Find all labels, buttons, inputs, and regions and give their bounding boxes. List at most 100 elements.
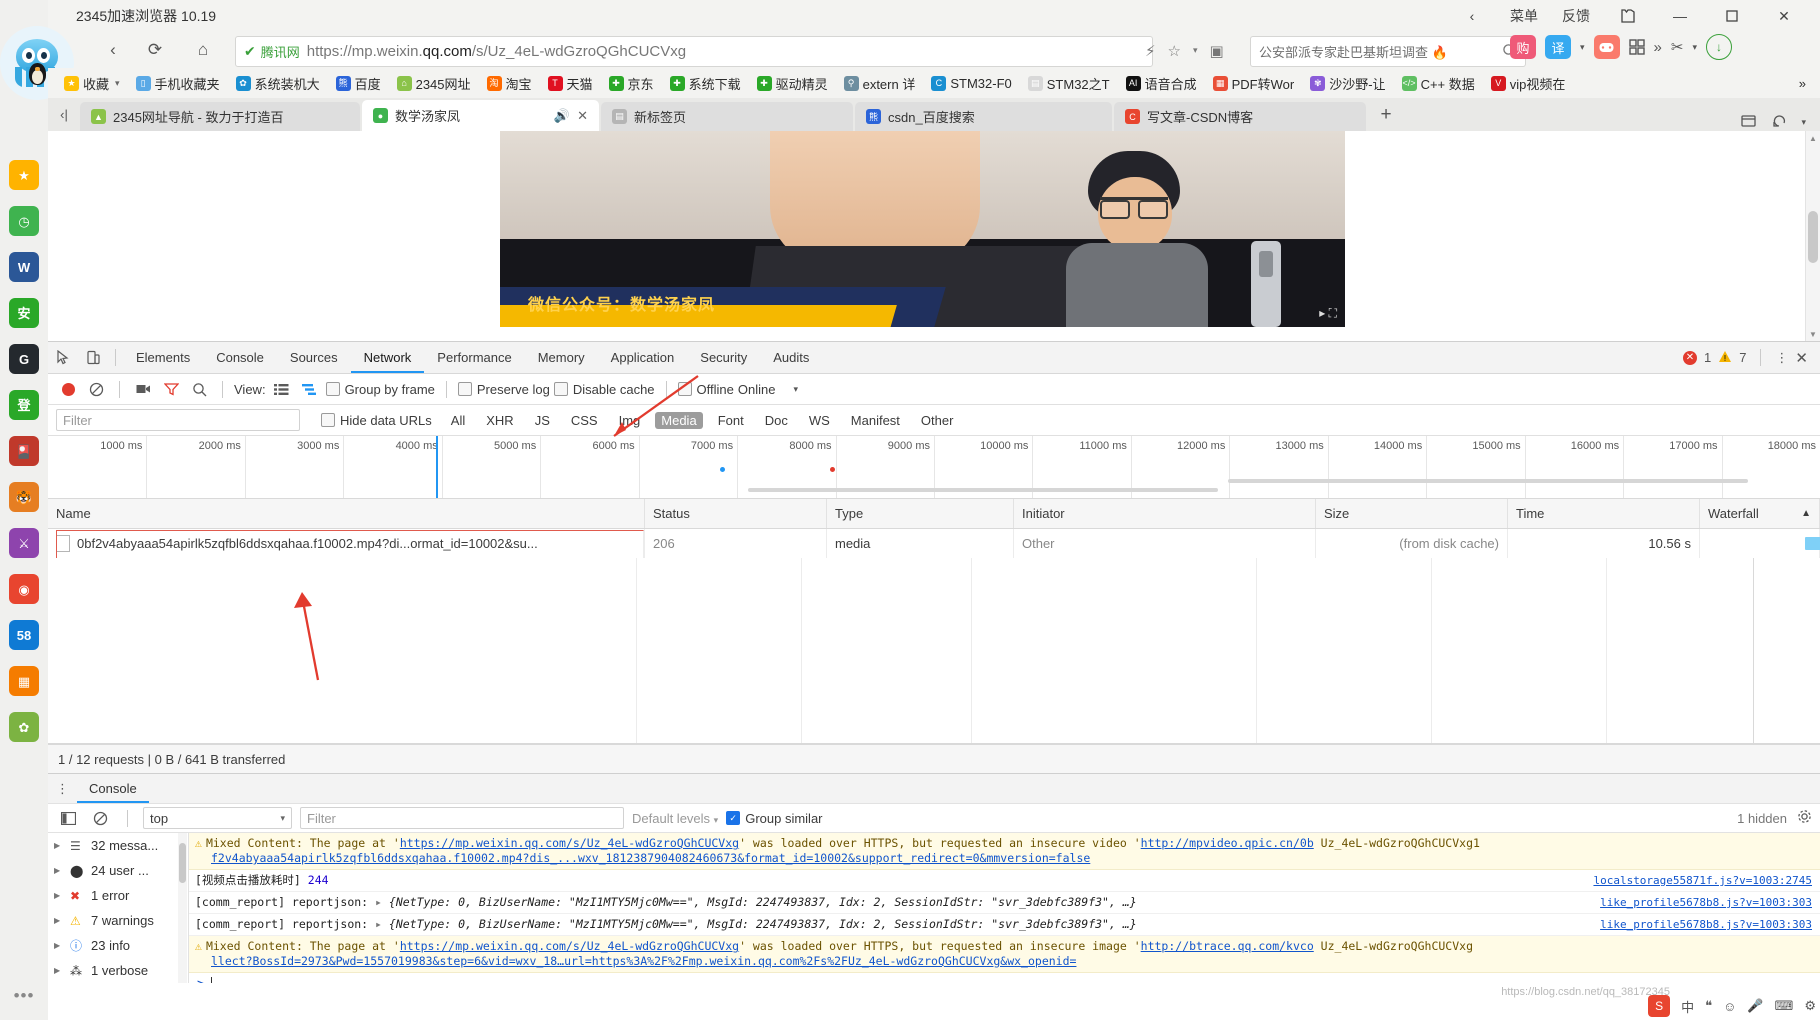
- ime-lang-label[interactable]: 中: [1681, 997, 1694, 1016]
- game-button[interactable]: [1593, 35, 1620, 59]
- dock-icon-game3[interactable]: ⚔: [9, 528, 39, 558]
- drawer-menu-icon[interactable]: ⋮: [56, 781, 69, 797]
- offline-checkbox[interactable]: Offline: [677, 382, 734, 397]
- filter-type-doc[interactable]: Doc: [759, 412, 794, 429]
- table-row[interactable]: 0bf2v4abyaaa54apirlk5zqfbl6ddsxqahaa.f10…: [48, 529, 1820, 561]
- settings-icon[interactable]: ⚙: [1804, 998, 1816, 1014]
- feedback-button[interactable]: 反馈: [1550, 0, 1602, 32]
- scroll-up-icon[interactable]: ▲: [1806, 131, 1820, 145]
- devtools-tab-console[interactable]: Console: [203, 342, 277, 373]
- video-controls[interactable]: ▸ ⛶: [1319, 306, 1337, 321]
- column-header-size[interactable]: Size: [1316, 499, 1508, 528]
- bookmark-item[interactable]: AI 语音合成: [1118, 71, 1205, 95]
- address-bar[interactable]: ✔ 腾讯网 https://mp.weixin.qq.com/s/Uz_4eL-…: [235, 36, 1153, 67]
- network-overview-timeline[interactable]: 1000 ms 2000 ms 3000 ms 4000 ms 5000 ms 6000 …: [48, 436, 1820, 499]
- column-header-type[interactable]: Type: [827, 499, 1014, 528]
- devtools-tab-network[interactable]: Network: [351, 342, 425, 373]
- dock-more-icon[interactable]: •••: [14, 986, 35, 1006]
- console-sidebar-scrollbar[interactable]: [178, 833, 187, 983]
- column-header-initiator[interactable]: Initiator: [1014, 499, 1316, 528]
- expand-triangle-icon[interactable]: ▶: [54, 866, 63, 875]
- back-button[interactable]: ‹: [98, 36, 128, 64]
- console-filter-input[interactable]: Filter: [300, 807, 624, 829]
- console-message-source[interactable]: localstorage55871f.js?v=1003:2745: [1593, 873, 1812, 888]
- scissors-caret-icon[interactable]: ▾: [1692, 42, 1697, 53]
- reload-button[interactable]: ⟳: [140, 36, 170, 64]
- maximize-button[interactable]: [1706, 0, 1758, 32]
- console-sidebar-item[interactable]: ▶ ⓘ 23 info: [48, 933, 188, 958]
- record-button[interactable]: [56, 378, 80, 400]
- page-scrollbar[interactable]: ▲ ▼: [1805, 131, 1820, 341]
- filter-icon[interactable]: [159, 378, 183, 400]
- devtools-tab-performance[interactable]: Performance: [424, 342, 524, 373]
- clear-button[interactable]: [84, 378, 108, 400]
- bookmark-caret-icon[interactable]: ▾: [115, 78, 120, 89]
- filter-type-css[interactable]: CSS: [565, 412, 604, 429]
- search-input[interactable]: 公安部派专家赴巴基斯坦调查 🔥: [1259, 42, 1502, 61]
- scissors-icon[interactable]: ✂: [1671, 38, 1684, 56]
- dock-icon-login[interactable]: 登: [9, 390, 39, 420]
- filter-type-media[interactable]: Media: [655, 411, 703, 429]
- bookmark-item[interactable]: C STM32-F0: [923, 71, 1019, 95]
- bookmark-item[interactable]: ✾ 沙沙野-让: [1302, 71, 1393, 95]
- dock-icon-flower[interactable]: ✿: [9, 712, 39, 742]
- preserve-log-checkbox[interactable]: Preserve log: [457, 382, 550, 397]
- filter-type-img[interactable]: Img: [613, 412, 647, 429]
- browser-tab[interactable]: 熊 csdn_百度搜索: [855, 102, 1112, 131]
- throttling-caret-icon[interactable]: ▾: [793, 384, 798, 395]
- filter-type-xhr[interactable]: XHR: [480, 412, 519, 429]
- expand-triangle-icon[interactable]: ▶: [54, 891, 63, 900]
- close-button[interactable]: ✕: [1758, 0, 1810, 32]
- devtools-more-icon[interactable]: ⋮: [1775, 350, 1788, 366]
- filter-type-all[interactable]: All: [445, 412, 471, 429]
- waterfall-view-icon[interactable]: [298, 378, 322, 400]
- throttling-value[interactable]: Online: [738, 382, 776, 397]
- dock-icon-game2[interactable]: 🐯: [9, 482, 39, 512]
- network-filter-input[interactable]: Filter: [56, 409, 300, 431]
- devtools-tab-application[interactable]: Application: [598, 342, 688, 373]
- expand-triangle-icon[interactable]: ▶: [54, 966, 63, 975]
- console-message-line2[interactable]: llect?BossId=2973&Pwd=1557019983&step=6&…: [195, 954, 1812, 969]
- group-similar-checkbox[interactable]: ✓ Group similar: [726, 811, 823, 826]
- bookmark-item[interactable]: ✚ 系统下载: [662, 71, 749, 95]
- console-sidebar-icon[interactable]: [56, 807, 80, 829]
- bookmark-item[interactable]: ⌂ 2345网址: [389, 71, 479, 95]
- bookmark-item[interactable]: 熊百度: [328, 71, 389, 95]
- console-sidebar-item[interactable]: ▶ ⁂ 1 verbose: [48, 958, 188, 983]
- column-header-name[interactable]: Name: [48, 499, 645, 528]
- home-button[interactable]: ⌂: [188, 36, 218, 64]
- restore-window-icon[interactable]: [1741, 114, 1757, 131]
- bookmark-item[interactable]: T 天猫: [540, 71, 601, 95]
- new-tab-button[interactable]: +: [1368, 98, 1404, 131]
- browser-tab[interactable]: C 写文章-CSDN博客: [1114, 102, 1366, 131]
- translate-caret-icon[interactable]: ▾: [1580, 42, 1585, 53]
- scrollbar-thumb[interactable]: [1808, 211, 1818, 263]
- bookmark-item[interactable]: ▤ STM32之T: [1020, 71, 1118, 95]
- keyboard-icon[interactable]: ⌨: [1775, 998, 1794, 1014]
- titlebar-back-icon[interactable]: ‹: [1446, 0, 1498, 32]
- devtools-tab-audits[interactable]: Audits: [760, 342, 822, 373]
- apps-grid-icon[interactable]: [1628, 39, 1645, 55]
- bookmark-item[interactable]: 淘淘宝: [479, 71, 540, 95]
- filter-type-ws[interactable]: WS: [803, 412, 836, 429]
- skin-icon[interactable]: [1602, 0, 1654, 32]
- group-by-frame-checkbox[interactable]: Group by frame: [325, 382, 435, 397]
- disable-cache-checkbox[interactable]: Disable cache: [553, 382, 655, 397]
- request-name-cell[interactable]: 0bf2v4abyaaa54apirlk5zqfbl6ddsxqahaa.f10…: [48, 529, 645, 558]
- dock-icon-game1[interactable]: 🎴: [9, 436, 39, 466]
- console-sidebar-item[interactable]: ▶ ✖ 1 error: [48, 883, 188, 908]
- browser-tab[interactable]: ● 数学汤家凤 🔊 ✕: [362, 100, 599, 131]
- hide-data-urls-checkbox[interactable]: Hide data URLs: [321, 413, 432, 428]
- bookmark-item[interactable]: </> C++ 数据: [1394, 71, 1483, 95]
- devtools-tab-sources[interactable]: Sources: [277, 342, 351, 373]
- device-toolbar-icon[interactable]: [78, 342, 108, 373]
- console-sidebar-item[interactable]: ▶ ⬤ 24 user ...: [48, 858, 188, 883]
- more-tools-icon[interactable]: »: [1654, 39, 1662, 56]
- search-icon[interactable]: [187, 378, 211, 400]
- bookmarks-overflow[interactable]: »: [1791, 71, 1820, 95]
- tab-close-icon[interactable]: ✕: [577, 108, 588, 124]
- expand-triangle-icon[interactable]: ▶: [54, 941, 63, 950]
- bookmark-item[interactable]: ✿ 系统装机大: [228, 71, 328, 95]
- mic-icon[interactable]: 🎤: [1747, 998, 1763, 1014]
- quote-icon[interactable]: ❝: [1705, 998, 1712, 1014]
